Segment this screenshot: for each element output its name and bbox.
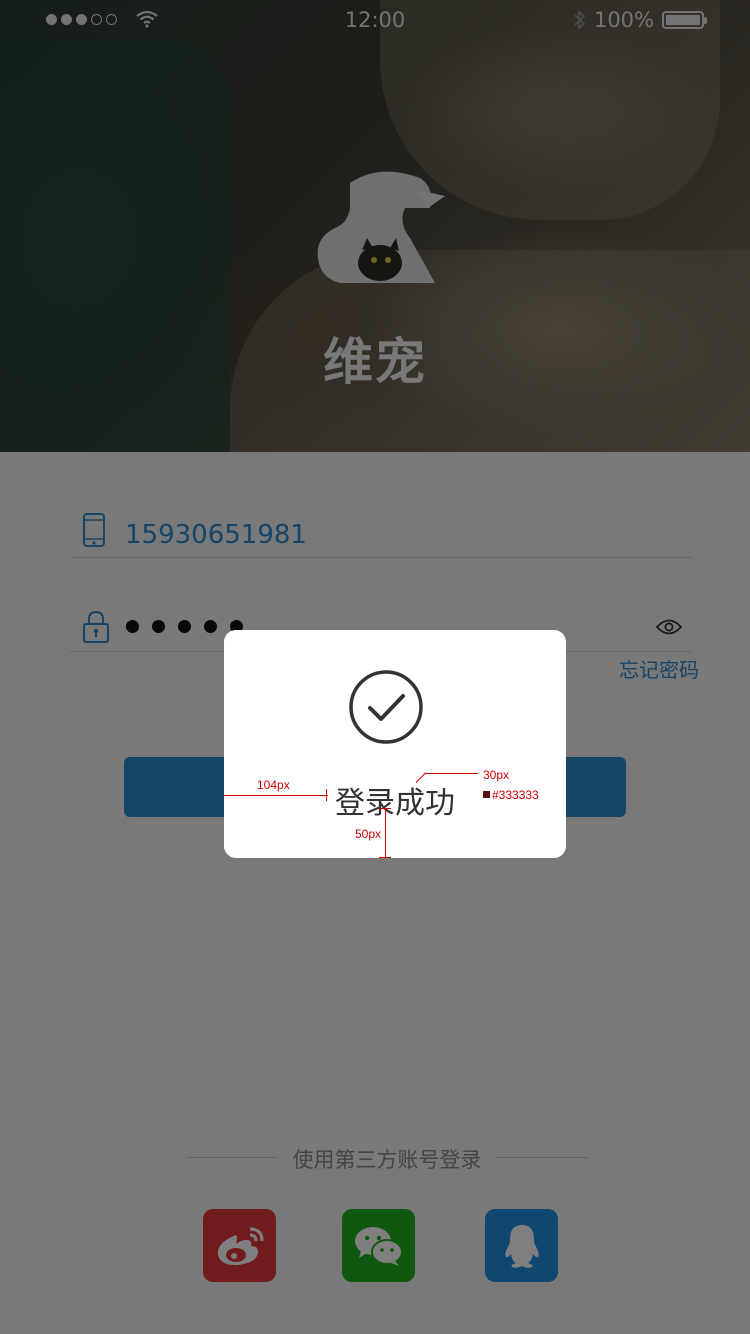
annotation-line xyxy=(326,789,327,801)
annotation-line xyxy=(385,808,386,858)
annotation-text-color: #333333 xyxy=(492,788,539,802)
annotation-left-spacing: 104px xyxy=(257,778,290,792)
annotation-line xyxy=(224,795,328,796)
annotation-swatch xyxy=(483,791,490,798)
check-circle-icon xyxy=(349,670,423,744)
annotation-line xyxy=(379,857,391,858)
annotation-line xyxy=(426,773,478,774)
annotation-line xyxy=(379,808,391,809)
success-dialog: 登录成功 xyxy=(224,630,566,858)
annotation-bottom-spacing: 50px xyxy=(355,827,382,841)
annotation-font-size: 30px xyxy=(483,768,510,782)
